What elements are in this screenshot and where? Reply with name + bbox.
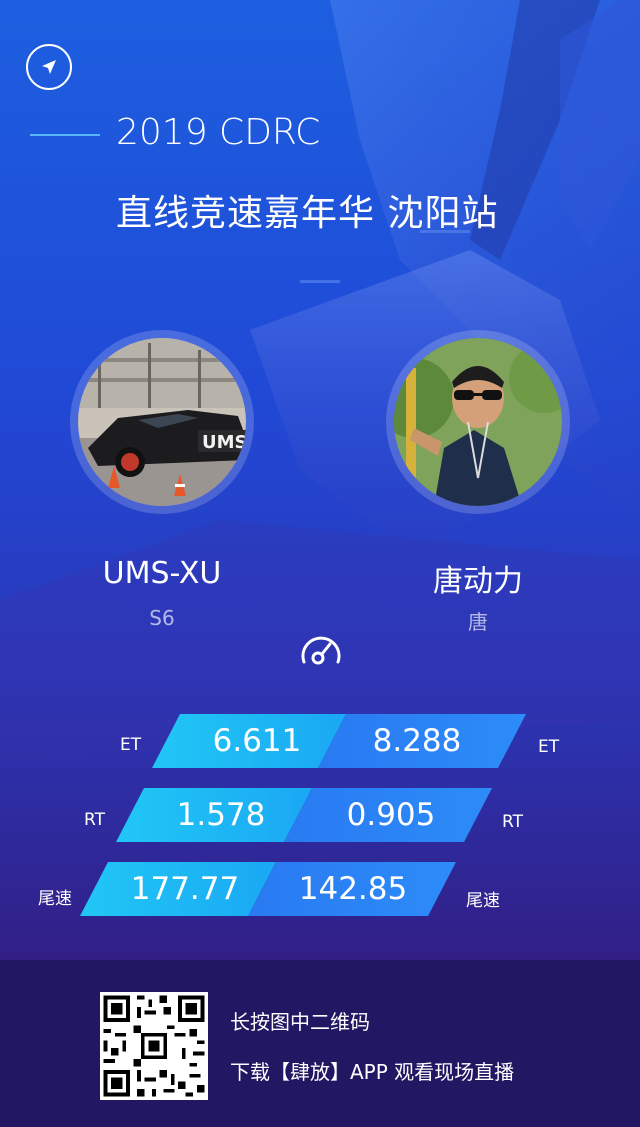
navigation-button[interactable]	[26, 44, 72, 90]
speedometer-icon	[301, 636, 341, 665]
qr-code-pattern	[100, 992, 208, 1100]
footer-panel	[0, 960, 640, 1127]
player-right-name: 唐动力	[433, 564, 523, 599]
event-subtitle: 直线竞速嘉年华 沈阳站	[116, 193, 499, 234]
player-left-name: UMS-XU	[102, 556, 222, 591]
svg-text:UMS: UMS	[202, 432, 246, 453]
player-left-avatar[interactable]: UMS	[70, 330, 254, 514]
stat-label-left-rt: RT	[84, 810, 105, 830]
stat-value-left-rt: 1.578	[176, 797, 266, 833]
stat-value-left-speed: 177.77	[130, 871, 240, 907]
stat-bar-et: 6.611 8.288	[152, 714, 526, 768]
player-right-avatar[interactable]	[386, 330, 570, 514]
player-right-car: 唐	[468, 610, 488, 634]
event-title: 2019 CDRC	[116, 112, 321, 153]
qr-code[interactable]	[100, 992, 208, 1100]
stat-value-left-et: 6.611	[212, 723, 302, 759]
stat-label-left-et: ET	[120, 735, 142, 755]
stat-bar-rt: 1.578 0.905	[116, 788, 492, 842]
stat-label-right-rt: RT	[502, 812, 523, 832]
driver-photo	[394, 338, 562, 506]
footer-download-text: 下载【肆放】APP 观看现场直播	[230, 1060, 515, 1084]
title-accent-line	[30, 134, 100, 136]
car-photo: UMS	[78, 338, 246, 506]
stat-label-right-et: ET	[538, 737, 560, 757]
stat-value-right-speed: 142.85	[298, 871, 408, 907]
stat-bar-speed: 177.77 142.85	[80, 862, 456, 916]
stat-value-right-et: 8.288	[372, 723, 462, 759]
player-left-car: S6	[149, 606, 175, 630]
navigation-arrow-icon	[42, 60, 56, 74]
stat-label-left-speed: 尾速	[38, 889, 72, 909]
footer-instruction: 长按图中二维码	[230, 1010, 370, 1034]
stat-label-right-speed: 尾速	[466, 891, 500, 911]
stat-value-right-rt: 0.905	[346, 797, 436, 833]
